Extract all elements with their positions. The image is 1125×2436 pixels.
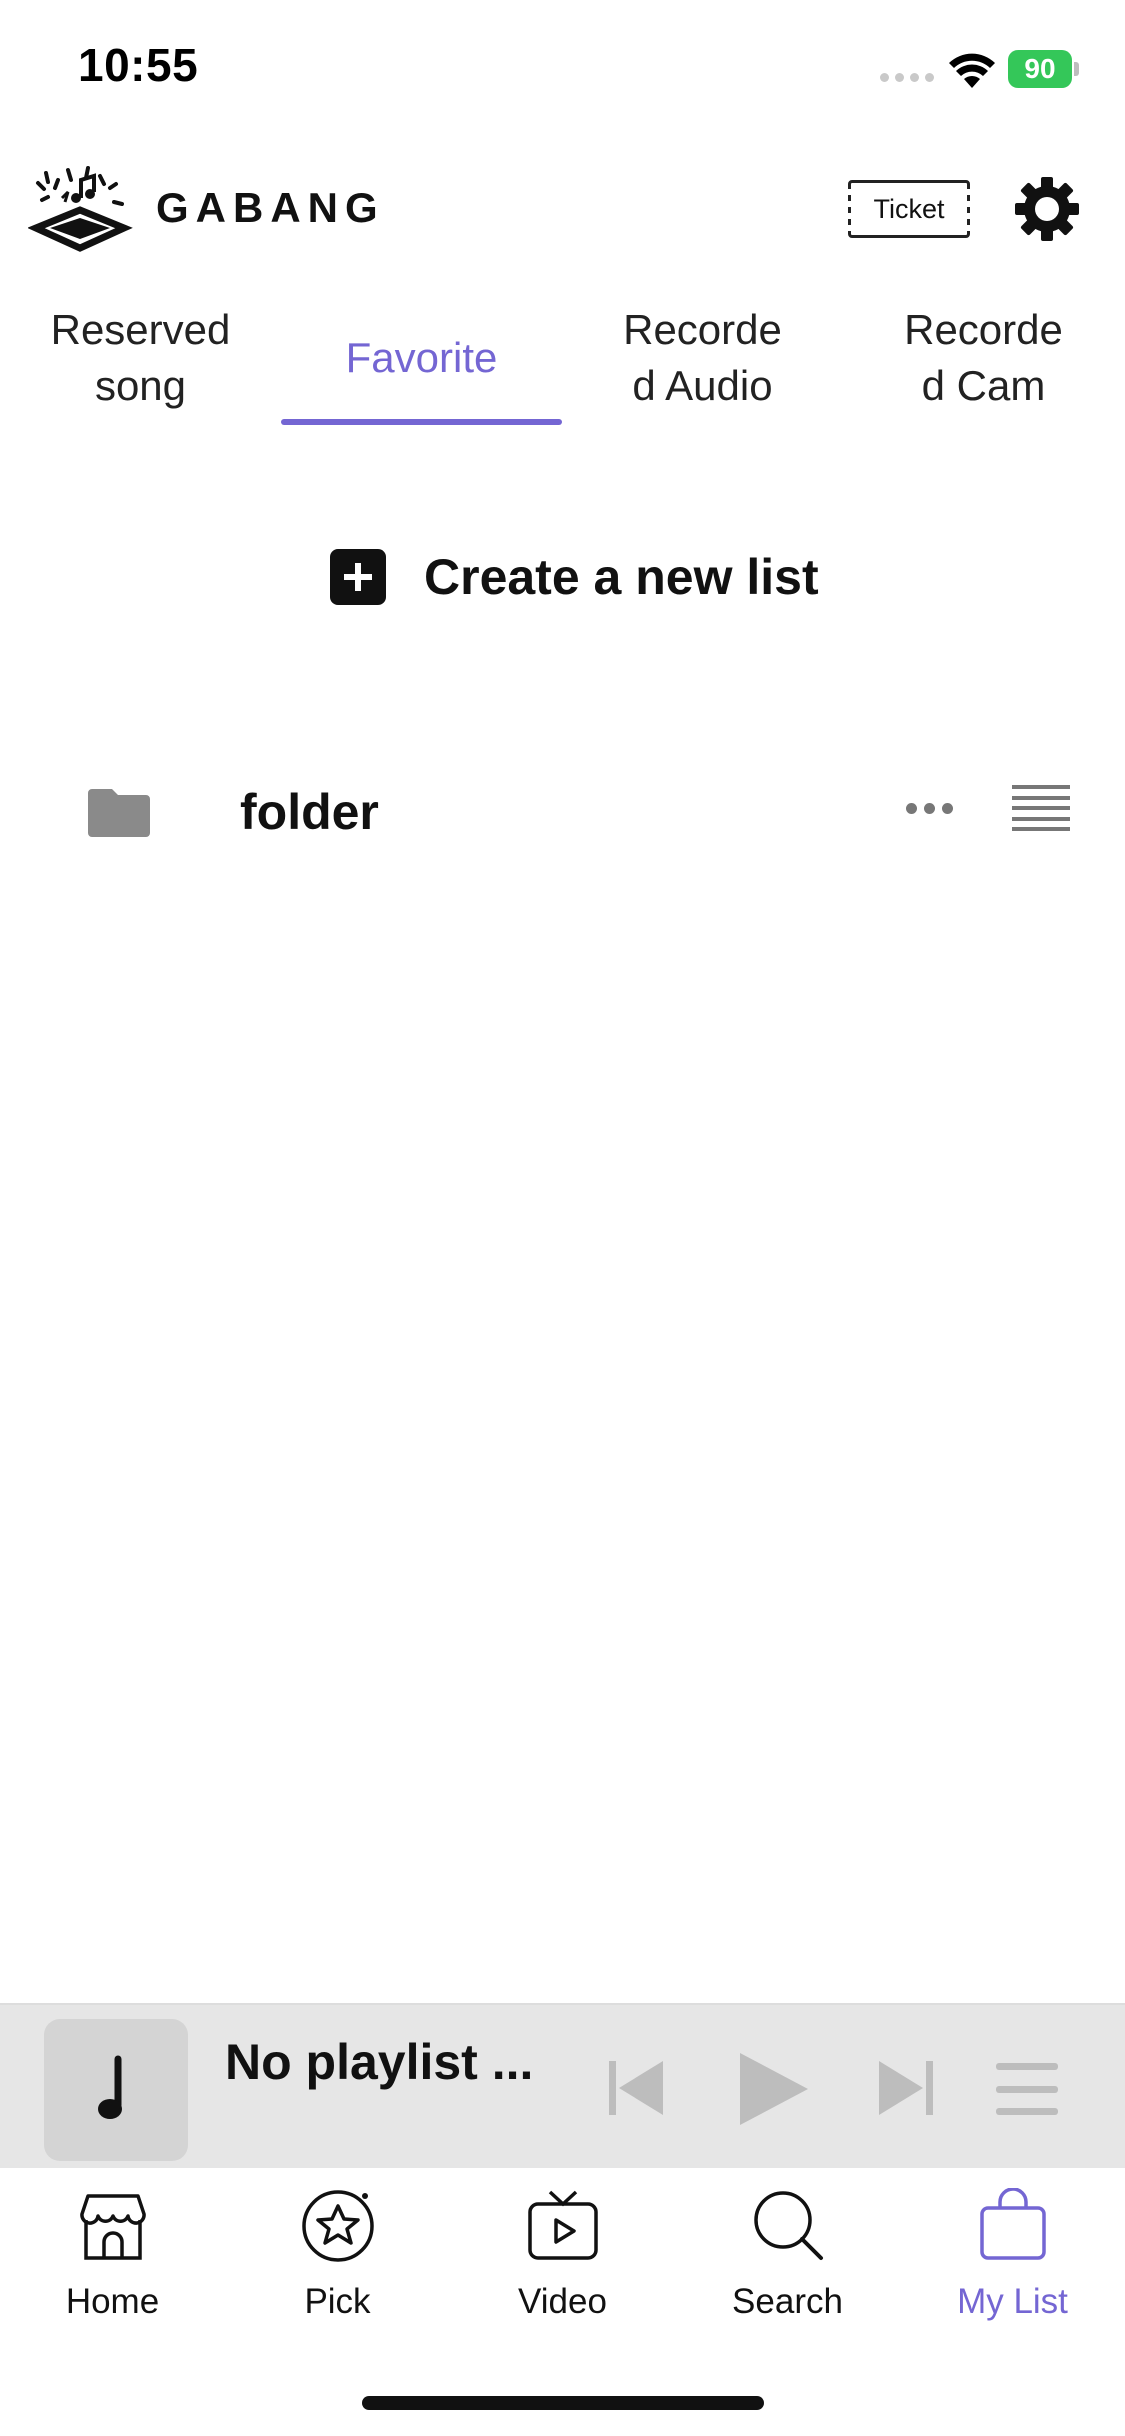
nav-home[interactable]: Home xyxy=(0,2170,225,2350)
gabang-logo-icon xyxy=(28,166,133,252)
player-title[interactable]: No playlist ... xyxy=(225,2033,533,2091)
nav-home-label: Home xyxy=(65,2282,160,2321)
logo-text: GABANG xyxy=(156,184,385,231)
home-icon xyxy=(80,2194,146,2260)
bottom-nav: Home Pick Video Search My List xyxy=(0,2170,1125,2370)
more-icon[interactable] xyxy=(906,803,953,814)
play-icon[interactable] xyxy=(732,2049,812,2129)
home-indicator xyxy=(362,2396,764,2410)
previous-icon[interactable] xyxy=(605,2057,667,2119)
app-header: GABANG Ticket xyxy=(0,140,1125,280)
folder-name: folder xyxy=(240,784,379,840)
bag-icon xyxy=(980,2188,1046,2260)
nav-pick-label: Pick xyxy=(304,2282,371,2321)
search-icon xyxy=(754,2191,823,2260)
nav-my-list[interactable]: My List xyxy=(900,2170,1125,2350)
gear-icon[interactable] xyxy=(1014,176,1080,242)
nav-my-list-label: My List xyxy=(957,2282,1068,2321)
album-art[interactable] xyxy=(44,2019,188,2161)
wifi-icon xyxy=(949,53,995,88)
list-item[interactable]: folder xyxy=(0,765,1125,855)
battery-icon: 90 xyxy=(1008,50,1079,88)
tab-favorite[interactable]: Favorite xyxy=(281,290,562,425)
nav-video[interactable]: Video xyxy=(450,2170,675,2350)
create-list-button[interactable]: Create a new list xyxy=(330,545,819,609)
nav-search[interactable]: Search xyxy=(675,2170,900,2350)
nav-pick[interactable]: Pick xyxy=(225,2170,450,2350)
status-bar: 10:55 90 xyxy=(0,0,1125,140)
cellular-signal-icon xyxy=(880,73,934,82)
plus-square-icon xyxy=(330,549,386,605)
tab-reserved-song[interactable]: Reserved song xyxy=(0,290,281,425)
mini-player: No playlist ... xyxy=(0,2003,1125,2168)
create-list-label: Create a new list xyxy=(424,549,819,605)
tab-recorded-cam[interactable]: Recorde d Cam xyxy=(843,290,1124,425)
folder-icon xyxy=(88,789,150,837)
drag-handle-icon[interactable] xyxy=(1012,785,1070,831)
music-note-icon xyxy=(98,2055,122,2119)
battery-level: 90 xyxy=(1024,53,1056,84)
status-time: 10:55 xyxy=(78,39,199,91)
star-circle-icon xyxy=(302,2190,374,2262)
page: 10:55 90 GABANG Ticket Reserved song Fav… xyxy=(0,0,1125,2436)
nav-video-label: Video xyxy=(518,2282,607,2321)
tab-recorded-audio[interactable]: Recorde d Audio xyxy=(562,290,843,425)
playlist-menu-icon[interactable] xyxy=(996,2063,1058,2115)
tab-bar: Reserved song Favorite Recorde d Audio R… xyxy=(0,290,1125,425)
nav-search-label: Search xyxy=(732,2282,843,2321)
next-icon[interactable] xyxy=(875,2057,937,2119)
tv-play-icon xyxy=(528,2190,598,2260)
ticket-button[interactable]: Ticket xyxy=(845,180,973,238)
